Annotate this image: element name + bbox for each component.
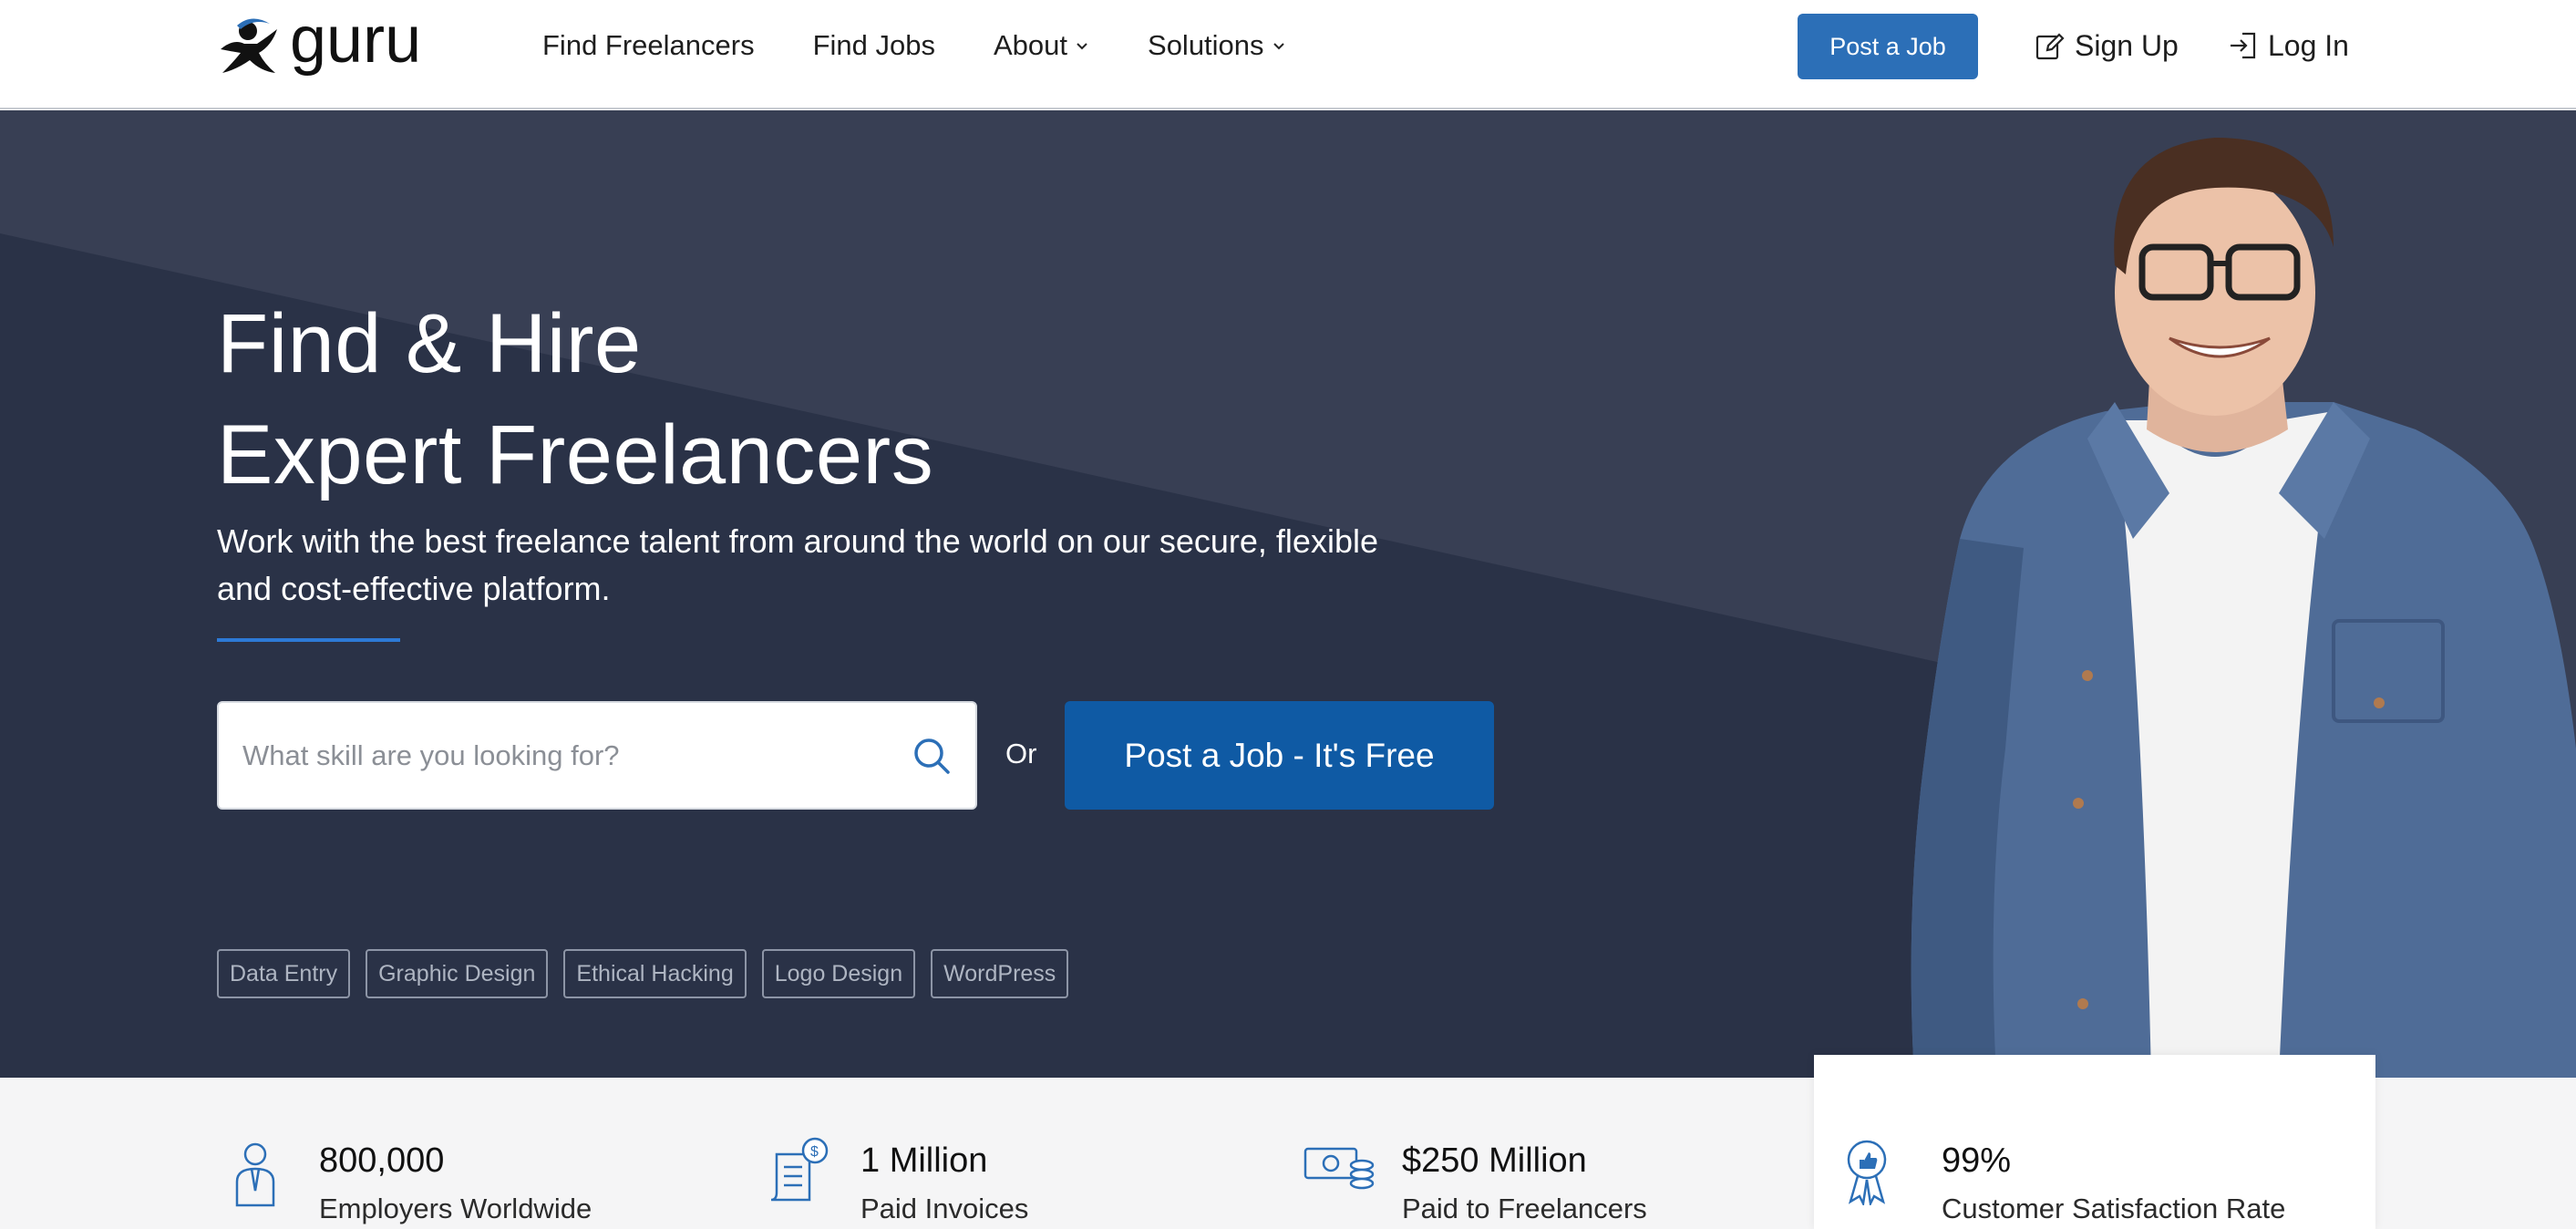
signup-link[interactable]: Sign Up bbox=[2035, 22, 2179, 69]
stat-label: Employers Worldwide bbox=[319, 1193, 592, 1224]
guru-logo[interactable]: guru bbox=[217, 4, 459, 77]
chevron-down-icon bbox=[1273, 43, 1284, 50]
hero-section: Find & Hire Expert Freelancers Work with… bbox=[0, 110, 2576, 1078]
search-icon[interactable] bbox=[912, 736, 952, 776]
nav-solutions[interactable]: Solutions bbox=[1148, 29, 1286, 62]
hero-title-line: Find & Hire bbox=[217, 297, 642, 390]
login-icon bbox=[2231, 32, 2256, 59]
stat-label: Customer Satisfaction Rate bbox=[1942, 1193, 2286, 1224]
nav-label: Solutions bbox=[1148, 29, 1264, 61]
stat-value: $250 Million bbox=[1402, 1141, 1587, 1180]
site-header: guru Find Freelancers Find Jobs About So… bbox=[0, 0, 2576, 109]
guru-logo-icon: guru bbox=[221, 4, 421, 77]
svg-text:guru: guru bbox=[290, 16, 421, 77]
stat-label: Paid Invoices bbox=[860, 1193, 1029, 1224]
popular-skill-tags: Data Entry Graphic Design Ethical Hackin… bbox=[217, 949, 1069, 998]
hero-title: Find & Hire Expert Freelancers bbox=[217, 288, 933, 511]
svg-text:$: $ bbox=[810, 1144, 819, 1160]
hero-title-line: Expert Freelancers bbox=[217, 408, 934, 501]
header-post-job-button[interactable]: Post a Job bbox=[1798, 14, 1978, 79]
or-label: Or bbox=[1005, 738, 1037, 769]
stat-value: 800,000 bbox=[319, 1141, 445, 1180]
hero-subtitle: Work with the best freelance talent from… bbox=[217, 522, 1378, 607]
stat-value: 99% bbox=[1942, 1141, 2012, 1180]
signup-label: Sign Up bbox=[2075, 28, 2179, 62]
stat-value: 1 Million bbox=[860, 1141, 988, 1180]
money-icon bbox=[1303, 1147, 1375, 1190]
login-label: Log In bbox=[2268, 28, 2349, 62]
edit-icon bbox=[2035, 33, 2065, 60]
nav-find-jobs[interactable]: Find Jobs bbox=[813, 29, 935, 62]
tag-wordpress[interactable]: WordPress bbox=[931, 949, 1069, 998]
stat-label: Paid to Freelancers bbox=[1402, 1193, 1647, 1224]
main-nav: Find Freelancers Find Jobs About Solutio… bbox=[542, 0, 1286, 91]
tag-logo-design[interactable]: Logo Design bbox=[761, 949, 916, 998]
hero-accent-line bbox=[217, 638, 400, 642]
employer-icon bbox=[235, 1142, 275, 1207]
skill-search-input[interactable] bbox=[219, 703, 893, 808]
chevron-down-icon bbox=[1077, 43, 1087, 50]
nav-label: About bbox=[994, 29, 1068, 61]
tag-data-entry[interactable]: Data Entry bbox=[217, 949, 351, 998]
nav-label: Find Jobs bbox=[812, 29, 935, 61]
award-icon bbox=[1847, 1140, 1887, 1205]
skill-search-box bbox=[217, 701, 977, 810]
login-link[interactable]: Log In bbox=[2228, 22, 2349, 69]
nav-label: Find Freelancers bbox=[542, 29, 755, 61]
post-job-free-button[interactable]: Post a Job - It's Free bbox=[1065, 701, 1494, 810]
nav-find-freelancers[interactable]: Find Freelancers bbox=[542, 29, 755, 62]
hero-person-image bbox=[1911, 138, 2576, 1078]
invoice-icon: $ bbox=[770, 1137, 829, 1202]
tag-ethical-hacking[interactable]: Ethical Hacking bbox=[563, 949, 747, 998]
tag-graphic-design[interactable]: Graphic Design bbox=[366, 949, 549, 998]
nav-about[interactable]: About bbox=[994, 29, 1089, 62]
